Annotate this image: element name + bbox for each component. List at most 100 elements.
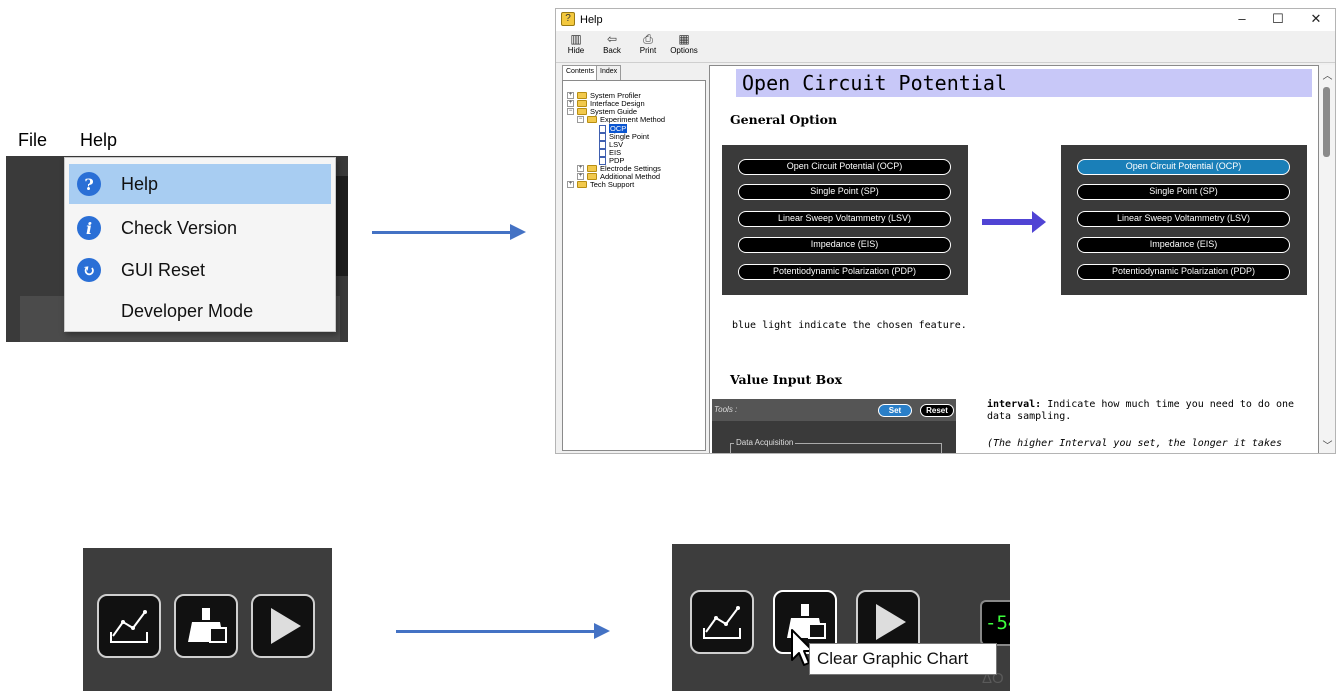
- back-label: Back: [603, 46, 621, 55]
- interval-text: interval: Indicate how much time you nee…: [987, 399, 1294, 410]
- options-icon: ▦: [678, 32, 690, 46]
- expand-icon[interactable]: +: [567, 92, 574, 99]
- ocp-button[interactable]: Open Circuit Potential (OCP): [738, 159, 951, 175]
- chart-button[interactable]: [97, 594, 161, 658]
- play-button[interactable]: [251, 594, 315, 658]
- expand-icon[interactable]: +: [567, 100, 574, 107]
- toolbar-before: [83, 548, 332, 691]
- ocp-button-active[interactable]: Open Circuit Potential (OCP): [1077, 159, 1290, 175]
- menu-item-label: Check Version: [121, 217, 238, 238]
- folder-icon: [587, 173, 597, 180]
- arrow-line: [372, 231, 512, 234]
- arrow-head: [510, 224, 526, 240]
- folder-open-icon: [587, 116, 597, 123]
- purple-arrow-head: [1032, 211, 1046, 233]
- value-display: -54: [980, 600, 1010, 646]
- tools-panel: Tools : Set Reset Data Acquisition: [712, 399, 956, 453]
- option-panel-before: Open Circuit Potential (OCP) Single Poin…: [722, 145, 968, 295]
- sp-button[interactable]: Single Point (SP): [738, 184, 951, 200]
- scroll-up-icon[interactable]: ︿: [1321, 67, 1334, 82]
- interval-desc: Indicate how much time you need to do on…: [1041, 399, 1295, 410]
- menu-item-label: Help: [121, 173, 159, 194]
- section-heading: General Option: [730, 112, 838, 127]
- help-window: ? Help – ☐ ✕ ▥ Hide ⇦ Back ⎙ Print ▦ Options…: [555, 8, 1336, 454]
- pdp-button[interactable]: Potentiodynamic Polarization (PDP): [738, 264, 951, 280]
- menu-item-help[interactable]: ? Help: [69, 164, 331, 204]
- tab-contents[interactable]: Contents: [562, 65, 599, 80]
- line-chart-icon: [703, 606, 741, 639]
- maximize-icon[interactable]: ☐: [1258, 11, 1298, 29]
- set-button[interactable]: Set: [878, 404, 912, 417]
- back-icon: ⇦: [606, 32, 618, 46]
- menu-item-developer-mode[interactable]: Developer Mode: [69, 291, 331, 331]
- arrow-line: [396, 630, 596, 633]
- option-panel-after: Open Circuit Potential (OCP) Single Poin…: [1061, 145, 1307, 295]
- arrow-head: [594, 623, 610, 639]
- brush-icon: [188, 608, 227, 643]
- folder-open-icon: [577, 108, 587, 115]
- play-icon: [271, 608, 301, 644]
- minimize-icon[interactable]: –: [1222, 11, 1262, 29]
- blank-icon: [77, 299, 101, 323]
- pdp-button[interactable]: Potentiodynamic Polarization (PDP): [1077, 264, 1290, 280]
- collapse-icon[interactable]: −: [567, 108, 574, 115]
- purple-arrow-line: [982, 219, 1034, 225]
- help-dropdown-menu: ? Help i Check Version ↻ GUI Reset Devel…: [64, 157, 336, 332]
- clear-chart-button[interactable]: [174, 594, 238, 658]
- tree-item[interactable]: − Experiment Method: [577, 115, 665, 124]
- tree-item[interactable]: + Tech Support: [567, 180, 634, 189]
- expand-icon[interactable]: +: [567, 181, 574, 188]
- reset-icon: ↻: [77, 258, 101, 282]
- tooltip: Clear Graphic Chart: [809, 643, 997, 675]
- scroll-thumb[interactable]: [1323, 87, 1330, 157]
- hide-icon: ▥: [570, 32, 582, 46]
- tab-index[interactable]: Index: [596, 65, 622, 80]
- help-app-icon: ?: [561, 12, 575, 26]
- eis-button[interactable]: Impedance (EIS): [738, 237, 951, 253]
- navigation-pane: Contents Index + System Profiler + Interfa…: [560, 65, 708, 451]
- tools-label: Tools :: [714, 405, 738, 414]
- lsv-button[interactable]: Linear Sweep Voltammetry (LSV): [738, 211, 951, 227]
- print-label: Print: [639, 46, 657, 55]
- menu-item-check-version[interactable]: i Check Version: [69, 208, 331, 248]
- title-bar: ? Help – ☐ ✕: [556, 9, 1335, 31]
- menu-item-gui-reset[interactable]: ↻ GUI Reset: [69, 250, 331, 290]
- section-heading: Value Input Box: [730, 372, 843, 387]
- expand-icon[interactable]: +: [577, 173, 584, 180]
- options-button[interactable]: ▦ Options: [664, 32, 704, 55]
- back-button[interactable]: ⇦ Back: [592, 32, 632, 55]
- chart-button[interactable]: [690, 590, 754, 654]
- note-text: blue light indicate the chosen feature.: [732, 320, 967, 331]
- group-label: Data Acquisition: [734, 438, 796, 447]
- expand-icon[interactable]: +: [577, 165, 584, 172]
- options-label: Options: [670, 46, 698, 55]
- doc-title: Open Circuit Potential: [736, 69, 1312, 97]
- menu-file[interactable]: File: [18, 130, 47, 151]
- scroll-down-icon[interactable]: ﹀: [1321, 437, 1334, 452]
- eis-button[interactable]: Impedance (EIS): [1077, 237, 1290, 253]
- collapse-icon[interactable]: −: [577, 116, 584, 123]
- vertical-scrollbar[interactable]: ︿ ﹀: [1319, 65, 1335, 453]
- menu-help[interactable]: Help: [80, 130, 117, 151]
- help-icon: ?: [77, 172, 101, 196]
- tree-label: Tech Support: [590, 180, 635, 189]
- folder-icon: [577, 92, 587, 99]
- help-toolbar: ▥ Hide ⇦ Back ⎙ Print ▦ Options: [556, 31, 1335, 63]
- close-icon[interactable]: ✕: [1296, 11, 1335, 29]
- reset-button[interactable]: Reset: [920, 404, 954, 417]
- info-icon: i: [77, 216, 101, 240]
- hide-label: Hide: [567, 46, 585, 55]
- sp-button[interactable]: Single Point (SP): [1077, 184, 1290, 200]
- line-chart-icon: [110, 610, 148, 643]
- folder-icon: [577, 100, 587, 107]
- interval-key: interval:: [987, 399, 1042, 410]
- hide-button[interactable]: ▥ Hide: [556, 32, 596, 55]
- lsv-button[interactable]: Linear Sweep Voltammetry (LSV): [1077, 211, 1290, 227]
- interval-note: (The higher Interval you set, the longer…: [987, 438, 1283, 449]
- tree-label: Experiment Method: [600, 115, 666, 124]
- menu-item-label: Developer Mode: [121, 300, 254, 321]
- folder-icon: [577, 181, 587, 188]
- window-title: Help: [580, 14, 603, 26]
- help-content: Open Circuit Potential General Option Op…: [709, 65, 1319, 453]
- print-button[interactable]: ⎙ Print: [628, 32, 668, 55]
